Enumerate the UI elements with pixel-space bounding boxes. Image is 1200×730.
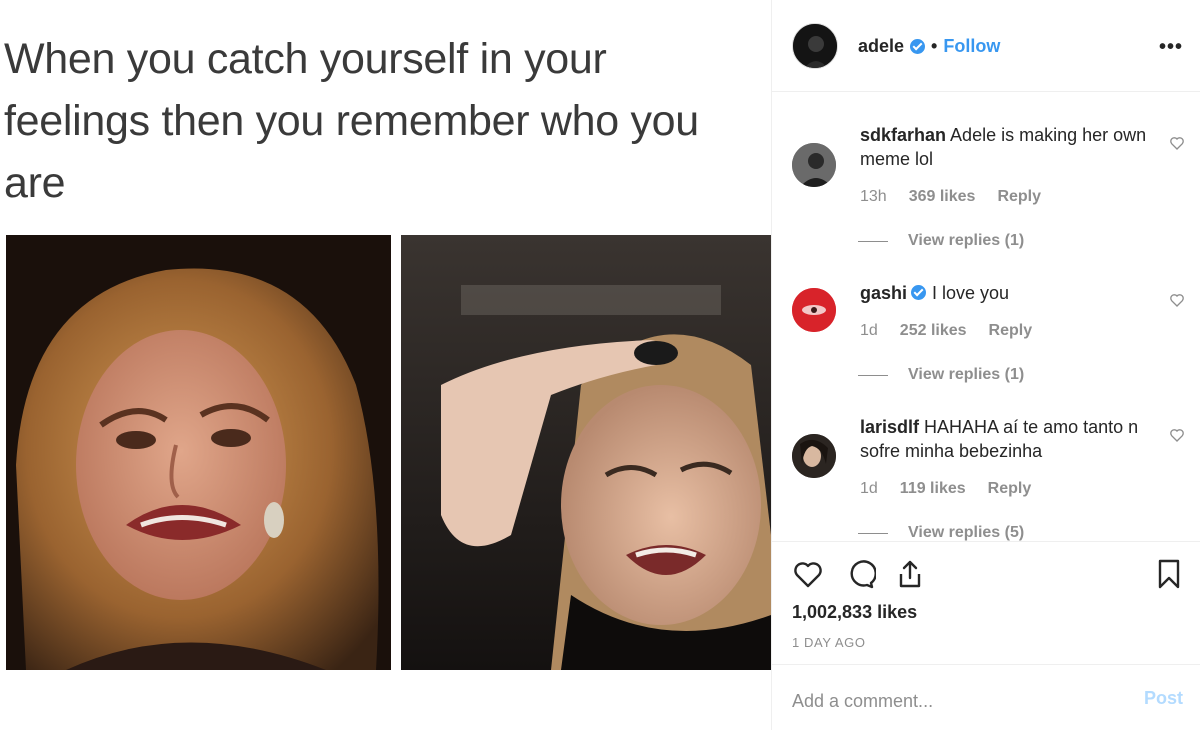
commenter-username[interactable]: larisdlf <box>860 417 919 437</box>
more-options-icon[interactable]: ••• <box>1159 36 1183 59</box>
commenter-avatar[interactable] <box>792 143 836 187</box>
post-author-username[interactable]: adele <box>858 36 904 57</box>
share-icon[interactable] <box>894 558 926 590</box>
reply-button[interactable]: Reply <box>988 480 1032 498</box>
comment-text: I love you <box>932 283 1010 303</box>
meme-caption-line: When you catch yourself in your <box>4 35 607 83</box>
comments-list[interactable]: sdkfarhan Adele is making her own meme l… <box>772 93 1200 541</box>
commenter-avatar[interactable] <box>792 288 836 332</box>
post-actions: 1,002,833 likes 1 DAY AGO <box>772 541 1200 665</box>
reply-button[interactable]: Reply <box>989 322 1033 340</box>
profile-avatar[interactable] <box>792 23 838 69</box>
replies-divider <box>858 374 888 376</box>
heart-icon[interactable] <box>792 558 824 590</box>
post-image[interactable]: When you catch yourself in your feelings… <box>0 0 771 730</box>
meme-photo-pointing <box>401 235 771 670</box>
commenter-username[interactable]: sdkfarhan <box>860 125 946 145</box>
comment-time: 13h <box>860 188 887 205</box>
post-comment-button[interactable]: Post <box>1144 688 1183 709</box>
view-replies-label: View replies (1) <box>908 232 1025 249</box>
comment-meta: 1d 119 likes Reply <box>860 480 1031 498</box>
verified-badge-icon <box>911 285 927 300</box>
separator-dot: • <box>931 35 938 56</box>
view-replies-button[interactable]: View replies (1) <box>858 366 1025 384</box>
header-username-row: adele • Follow <box>858 35 1000 57</box>
view-replies-label: View replies (1) <box>908 366 1025 383</box>
comment-body: sdkfarhan Adele is making her own meme l… <box>860 123 1160 171</box>
view-replies-button[interactable]: View replies (5) <box>858 524 1025 541</box>
comment-likes[interactable]: 252 likes <box>900 322 967 340</box>
add-comment-bar: Post <box>772 666 1200 730</box>
commenter-avatar[interactable] <box>792 434 836 478</box>
meme-caption-line: feelings then you remember who you <box>4 97 699 145</box>
reply-button[interactable]: Reply <box>997 188 1041 206</box>
bookmark-icon[interactable] <box>1153 558 1185 590</box>
like-comment-heart-icon[interactable] <box>1169 292 1185 308</box>
view-replies-label: View replies (5) <box>908 524 1025 541</box>
comment-likes[interactable]: 369 likes <box>909 188 976 206</box>
like-comment-heart-icon[interactable] <box>1169 427 1185 443</box>
meme-caption: When you catch yourself in your feelings… <box>4 28 764 214</box>
meme-photo-crying <box>6 235 391 670</box>
like-comment-heart-icon[interactable] <box>1169 135 1185 151</box>
post-timestamp[interactable]: 1 DAY AGO <box>792 635 866 650</box>
verified-badge-icon <box>910 38 926 54</box>
view-replies-button[interactable]: View replies (1) <box>858 232 1025 250</box>
replies-divider <box>858 532 888 534</box>
comment-meta: 13h 369 likes Reply <box>860 188 1041 206</box>
comment-time: 1d <box>860 480 878 497</box>
comment-likes[interactable]: 119 likes <box>900 480 966 498</box>
comment-icon[interactable] <box>844 558 876 590</box>
post-sidebar: adele • Follow ••• sdkfarhan Adele is ma… <box>771 0 1200 730</box>
comment-time: 1d <box>860 322 878 339</box>
meme-caption-line: are <box>4 159 66 207</box>
comment-meta: 1d 252 likes Reply <box>860 322 1032 340</box>
post-like-count[interactable]: 1,002,833 likes <box>792 602 917 623</box>
replies-divider <box>858 240 888 242</box>
post-header: adele • Follow ••• <box>772 0 1200 92</box>
add-comment-input[interactable] <box>792 686 1122 716</box>
comment-body: larisdlf HAHAHA aí te amo tanto n sofre … <box>860 415 1160 463</box>
comment-body: gashi I love you <box>860 281 1160 305</box>
follow-button[interactable]: Follow <box>943 36 1000 57</box>
commenter-username[interactable]: gashi <box>860 283 907 303</box>
